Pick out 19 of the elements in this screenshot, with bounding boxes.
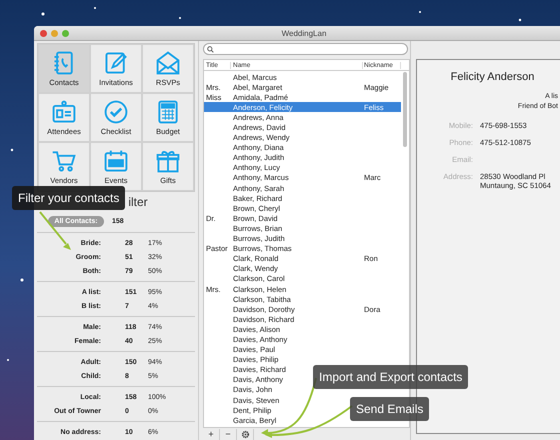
tooltip: Filter your contacts [12,186,126,210]
gift-icon [155,148,181,174]
search-icon [207,46,214,52]
close-button[interactable] [40,30,47,36]
scrollbar-thumb[interactable] [403,72,407,147]
calendar-icon [103,148,129,174]
window-title: WeddingLan [280,28,328,38]
gear-icon [240,430,250,438]
filter-heading: ilter [128,195,148,209]
zoom-button[interactable] [62,30,69,36]
pencil-note-icon [103,50,129,76]
search-field[interactable] [203,43,408,55]
tooltip: Send Emails [350,397,430,421]
contact-name: Felicity Anderson [450,71,536,83]
id-badge-icon [51,99,77,125]
checkmark-icon [103,99,129,125]
tooltip: Import and Export contacts [313,365,468,389]
minimize-button[interactable] [51,30,58,36]
envelope-icon [155,50,181,76]
